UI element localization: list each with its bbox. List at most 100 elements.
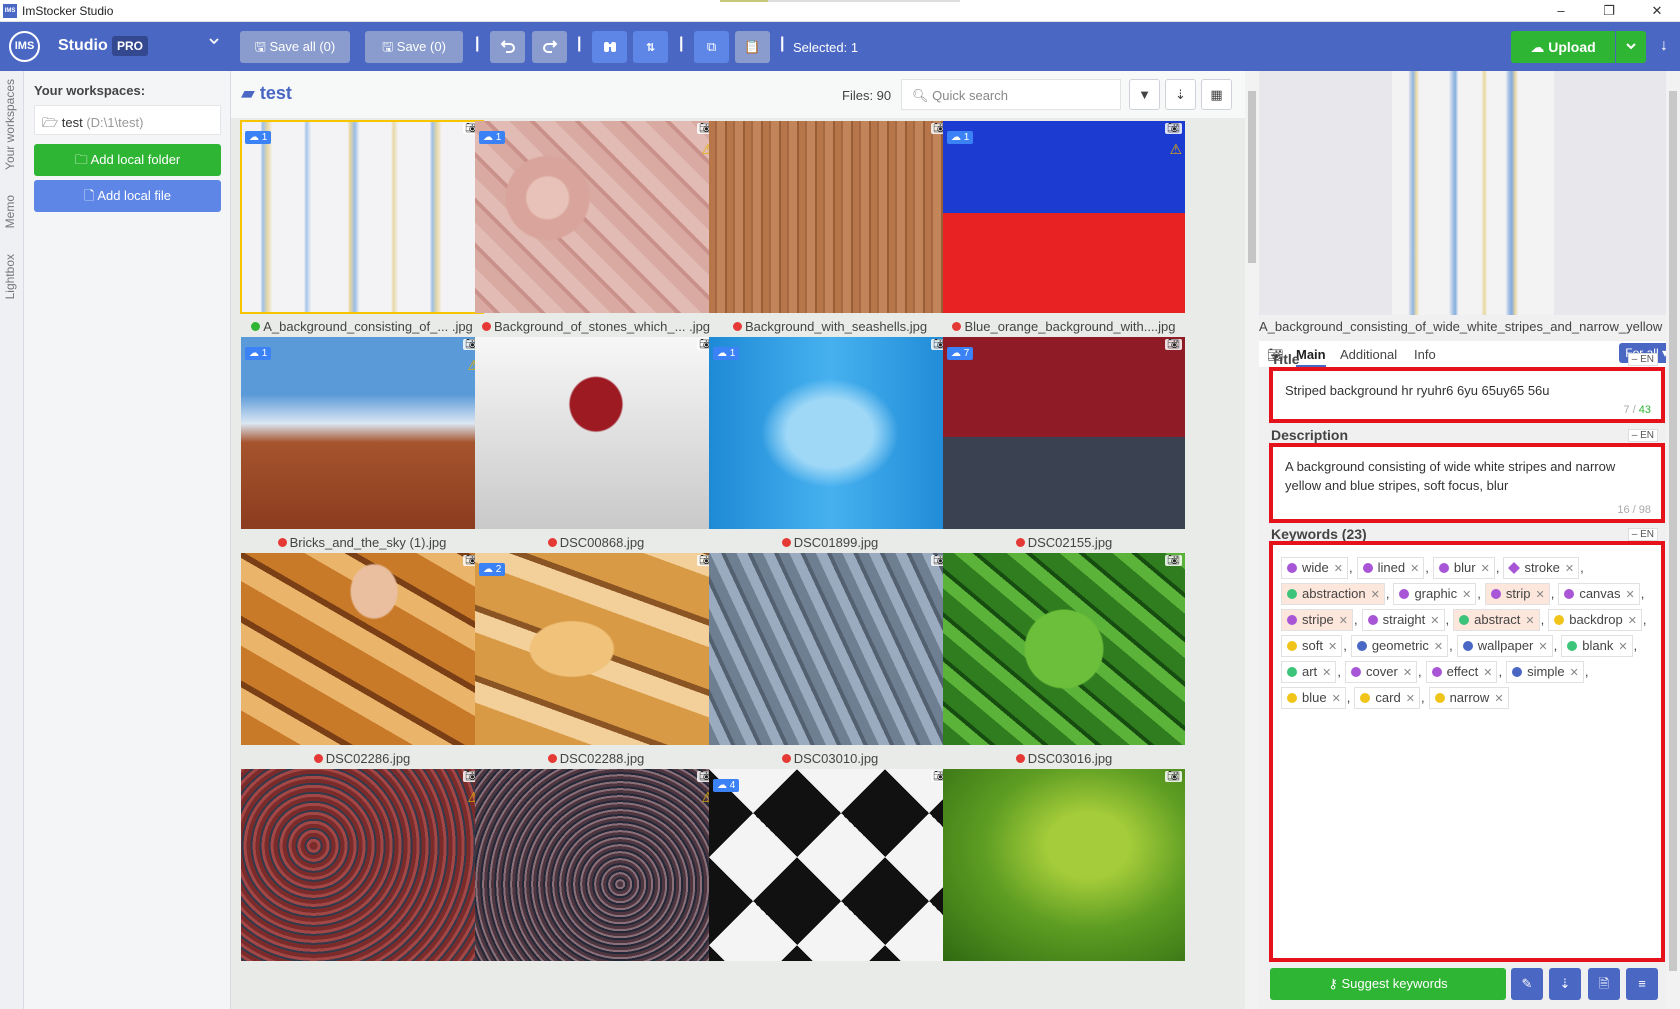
scrollbar-thumb[interactable] [1248, 91, 1256, 263]
remove-keyword-icon[interactable]: ✕ [1481, 563, 1490, 575]
find-button[interactable] [592, 31, 627, 63]
undo-button[interactable] [490, 31, 525, 63]
keyword-chip[interactable]: blank ✕ [1561, 635, 1633, 657]
thumbnail-image[interactable]: ☁ 1 📷︎ ⚠ [241, 337, 483, 529]
remove-keyword-icon[interactable]: ✕ [1339, 615, 1348, 627]
remove-keyword-icon[interactable]: ✕ [1410, 563, 1419, 575]
panel-scrollbar-thumb[interactable] [1669, 91, 1677, 971]
remove-keyword-icon[interactable]: ✕ [1462, 589, 1471, 601]
vtab-your-workspaces[interactable]: Your workspaces [3, 79, 17, 170]
drag-handle[interactable] [720, 0, 960, 2]
remove-keyword-icon[interactable]: ✕ [1626, 589, 1635, 601]
remove-keyword-icon[interactable]: ✕ [1538, 641, 1547, 653]
title-field[interactable]: Striped background hr ryuhr6 6yu 65uy65 … [1269, 367, 1665, 423]
remove-keyword-icon[interactable]: ✕ [1565, 563, 1574, 575]
keywords-lang-toggle[interactable]: – EN [1627, 528, 1658, 541]
description-field[interactable]: A background consisting of wide white st… [1269, 443, 1665, 523]
keyword-chip[interactable]: abstract ✕ [1453, 609, 1540, 631]
vtab-memo[interactable]: Memo [3, 195, 17, 228]
remove-keyword-icon[interactable]: ✕ [1628, 615, 1637, 627]
keyword-chip[interactable]: strip ✕ [1484, 583, 1550, 605]
thumbnail-image[interactable]: 📷︎ [475, 337, 717, 529]
keyword-chip[interactable]: blue ✕ [1281, 687, 1346, 709]
thumbnail-image[interactable]: ☁ 7 📷︎ [943, 337, 1185, 529]
add-local-file-button[interactable]: 🗋 Add local file [34, 180, 221, 212]
document-button[interactable]: 🗎 [1588, 968, 1620, 1000]
keyword-chip[interactable]: abstraction ✕ [1281, 583, 1385, 605]
title-input[interactable]: Striped background hr ryuhr6 6yu 65uy65 … [1273, 371, 1661, 410]
keyword-chip[interactable]: effect ✕ [1425, 661, 1498, 683]
remove-keyword-icon[interactable]: ✕ [1618, 641, 1627, 653]
thumbnail-image[interactable]: 📷︎ ⚠ [241, 769, 483, 961]
thumbnail-image[interactable]: ☁ 1 📷︎ [709, 337, 951, 529]
edit-button[interactable]: ✎ [1511, 968, 1543, 1000]
download-arrow-icon[interactable]: ↓ [1660, 37, 1668, 55]
thumbnail-image[interactable]: ☁ 1 📷︎ ⚠ [475, 121, 717, 313]
thumbnail-image[interactable]: ☁ 1 📷︎ [240, 120, 484, 314]
keyword-chip[interactable]: simple ✕ [1506, 661, 1584, 683]
keyword-chip[interactable]: lined ✕ [1356, 557, 1425, 579]
thumbnail-image[interactable]: 📷︎ ⚠ [475, 769, 717, 961]
minimize-button[interactable]: – [1538, 0, 1584, 22]
remove-keyword-icon[interactable]: ✕ [1483, 667, 1492, 679]
save-button[interactable]: 🖫 Save (0) [365, 31, 463, 63]
keyword-chip[interactable]: soft ✕ [1281, 635, 1343, 657]
keyword-chip[interactable]: graphic ✕ [1393, 583, 1477, 605]
thumbnail-image[interactable]: ☁ 2 📷︎ [475, 553, 717, 745]
tab-info[interactable]: Info [1414, 347, 1436, 362]
menu-button[interactable]: ≡ [1626, 968, 1658, 1000]
restore-button[interactable]: ❐ [1586, 0, 1632, 22]
description-lang-toggle[interactable]: – EN [1627, 429, 1658, 442]
thumbnail-image[interactable]: 📷︎ [709, 553, 951, 745]
keyword-chip[interactable]: straight ✕ [1361, 609, 1445, 631]
keyword-chip[interactable]: cover ✕ [1345, 661, 1418, 683]
suggest-keywords-button[interactable]: ⚷ Suggest keywords [1270, 968, 1506, 1000]
sort-keywords-button[interactable]: ⇣ [1549, 968, 1581, 1000]
thumbnail-image[interactable]: 📷︎ [943, 553, 1185, 745]
remove-keyword-icon[interactable]: ✕ [1403, 667, 1412, 679]
thumbnail-image[interactable]: 📷︎ [241, 553, 483, 745]
paste-metadata-button[interactable]: 📋 [735, 31, 770, 63]
thumbnail-image[interactable]: ☁ 1 📷︎ ⚠ [943, 121, 1185, 313]
keyword-chip[interactable]: geometric ✕ [1350, 635, 1449, 657]
sort-button[interactable]: ⇣ [1165, 79, 1196, 110]
close-button[interactable]: ✕ [1634, 0, 1680, 22]
sort-az-button[interactable]: ⇅ [633, 31, 668, 63]
upload-dropdown-button[interactable] [1616, 31, 1646, 63]
remove-keyword-icon[interactable]: ✕ [1334, 563, 1343, 575]
chevron-down-icon[interactable] [208, 35, 220, 50]
remove-keyword-icon[interactable]: ✕ [1525, 615, 1534, 627]
thumbnail-image[interactable]: 📷︎ [943, 769, 1185, 961]
remove-keyword-icon[interactable]: ✕ [1494, 693, 1503, 705]
remove-keyword-icon[interactable]: ✕ [1570, 667, 1579, 679]
keyword-chip[interactable]: stroke ✕ [1503, 557, 1580, 579]
copy-metadata-button[interactable]: ⧉ [694, 31, 729, 63]
keyword-chip[interactable]: backdrop ✕ [1548, 609, 1642, 631]
quick-search-input[interactable]: 🔍︎ Quick search [901, 79, 1121, 110]
grid-view-button[interactable]: ▦ [1201, 79, 1232, 110]
keyword-chip[interactable]: art ✕ [1281, 661, 1337, 683]
vtab-lightbox[interactable]: Lightbox [3, 254, 17, 299]
workspace-item-test[interactable]: 🗁 test (D:\1\test) [34, 105, 221, 135]
thumbnail-image[interactable]: 📷︎ [709, 121, 951, 313]
panel-scrollbar[interactable] [1666, 71, 1680, 1009]
save-all-button[interactable]: 🖫 Save all (0) [240, 31, 350, 63]
thumbnail-image[interactable]: ☁ 4 📷︎ [709, 769, 951, 961]
remove-keyword-icon[interactable]: ✕ [1434, 641, 1443, 653]
gallery-scrollbar[interactable] [1245, 71, 1259, 1009]
keyword-chip[interactable]: wallpaper ✕ [1456, 635, 1553, 657]
ims-logo[interactable]: IMS [9, 31, 40, 62]
keyword-chip[interactable]: stripe ✕ [1281, 609, 1354, 631]
redo-button[interactable] [532, 31, 567, 63]
tab-main[interactable]: Main [1296, 347, 1326, 367]
description-input[interactable]: A background consisting of wide white st… [1273, 447, 1661, 505]
keyword-chip[interactable]: canvas ✕ [1558, 583, 1640, 605]
keyword-chip[interactable]: narrow ✕ [1428, 687, 1509, 709]
remove-keyword-icon[interactable]: ✕ [1322, 667, 1331, 679]
title-lang-toggle[interactable]: – EN [1627, 353, 1658, 366]
remove-keyword-icon[interactable]: ✕ [1430, 615, 1439, 627]
upload-button[interactable]: ☁ Upload [1511, 31, 1615, 63]
keyword-chip[interactable]: wide ✕ [1281, 557, 1348, 579]
keywords-field[interactable]: wide ✕, lined ✕, blur ✕, stroke ✕ ,abstraction ✕,… [1269, 541, 1665, 962]
add-local-folder-button[interactable]: 🗀 Add local folder [34, 144, 221, 176]
